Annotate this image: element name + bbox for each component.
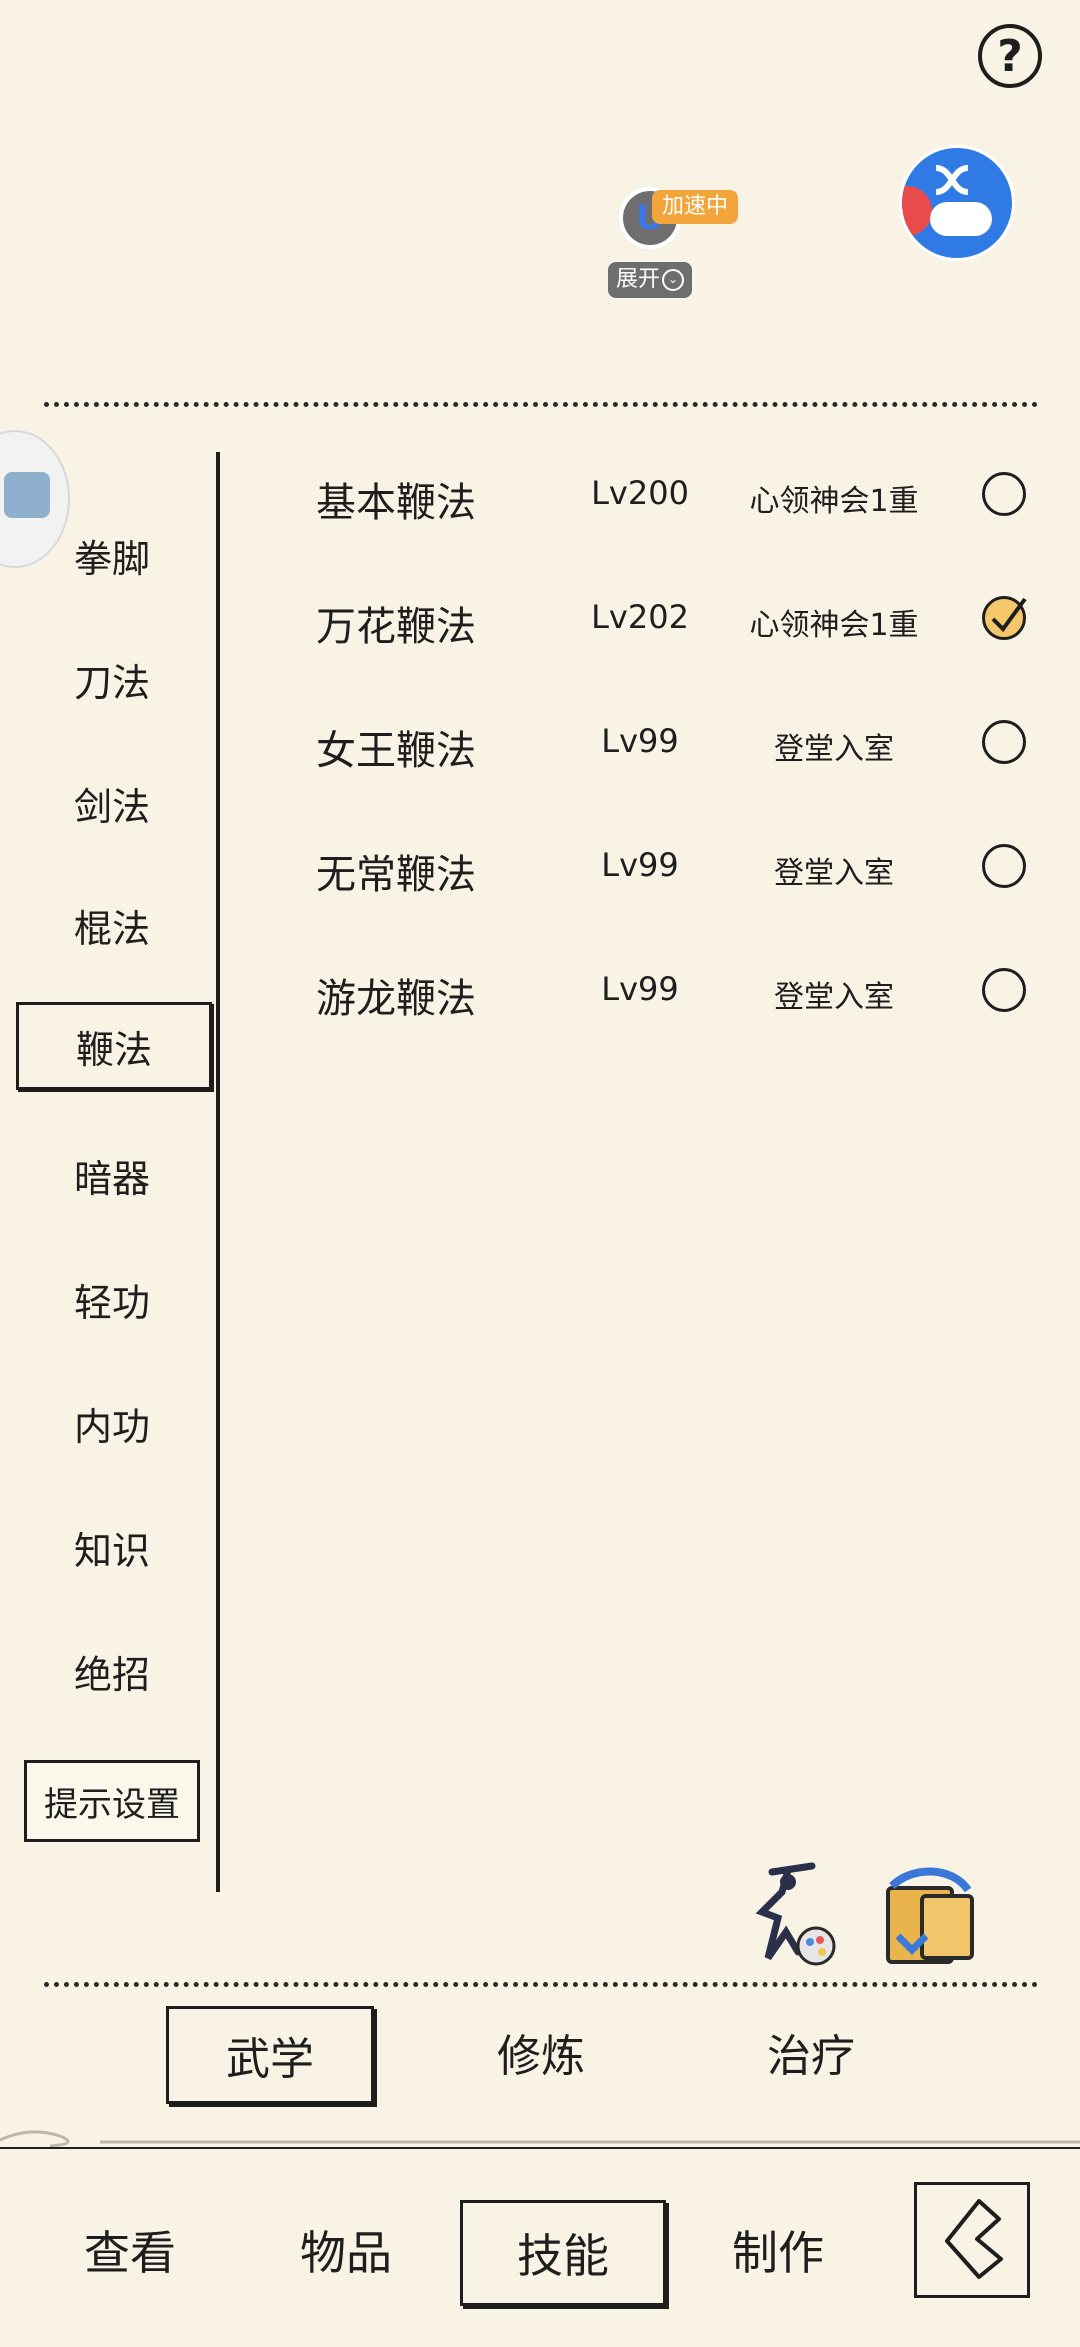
skill-rank: 登堂入室 xyxy=(774,732,894,767)
help-label: ? xyxy=(997,30,1023,82)
sidebar-item-label: 鞭法 xyxy=(75,1027,152,1072)
skill-rank: 心领神会1重 xyxy=(749,484,919,519)
gamepad-icon xyxy=(930,202,992,236)
accelerating-tag: 加速中 xyxy=(652,190,739,224)
nav-label: 查看 xyxy=(84,2226,176,2280)
skill-level: Lv200 xyxy=(591,474,689,512)
back-button[interactable] xyxy=(914,2182,1030,2298)
skill-level: Lv202 xyxy=(591,598,689,636)
sidebar-item-neigong[interactable]: 内功 xyxy=(22,1382,202,1464)
skill-level: Lv99 xyxy=(601,970,679,1008)
skill-row[interactable]: 游龙鞭法 Lv99 登堂入室 xyxy=(300,948,1040,1028)
sidebar-item-daofa[interactable]: 刀法 xyxy=(22,638,202,720)
sidebar-item-label: 轻功 xyxy=(73,1280,150,1325)
sidebar-item-jianfa[interactable]: 剑法 xyxy=(22,762,202,844)
game-controller-app-icon[interactable] xyxy=(902,148,1012,258)
skill-name: 游龙鞭法 xyxy=(316,976,476,1022)
chevron-down-icon: ⌄ xyxy=(662,269,685,291)
sidebar-item-label: 刀法 xyxy=(73,660,150,705)
nav-skills[interactable]: 技能 xyxy=(460,2200,666,2306)
skill-level: Lv99 xyxy=(601,846,679,884)
top-divider xyxy=(44,402,1038,407)
sidebar-item-label: 剑法 xyxy=(73,784,150,829)
sidebar-item-bianfa[interactable]: 鞭法 xyxy=(16,1002,212,1090)
nav-view[interactable]: 查看 xyxy=(40,2200,220,2300)
expand-button[interactable]: 展开 ⌄ xyxy=(608,262,693,298)
skill-name: 无常鞭法 xyxy=(316,852,476,898)
sidebar-item-anqi[interactable]: 暗器 xyxy=(22,1134,202,1216)
skill-select-radio[interactable] xyxy=(982,720,1026,764)
nav-label: 物品 xyxy=(300,2226,392,2280)
nav-label: 制作 xyxy=(732,2226,824,2280)
floating-widget-icon xyxy=(4,472,50,518)
tab-label: 治疗 xyxy=(767,2031,855,2082)
skill-row[interactable]: 基本鞭法 Lv200 心领神会1重 xyxy=(300,452,1040,532)
nav-label: 技能 xyxy=(517,2229,609,2283)
skill-level: Lv99 xyxy=(601,722,679,760)
scroll-book-icon[interactable] xyxy=(872,1866,982,1972)
skill-select-radio[interactable] xyxy=(982,472,1026,516)
skill-rank: 登堂入室 xyxy=(774,856,894,891)
sidebar-item-juezhao[interactable]: 绝招 xyxy=(22,1630,202,1712)
skill-select-radio[interactable] xyxy=(982,596,1027,640)
hint-settings-button[interactable]: 提示设置 xyxy=(24,1760,200,1842)
skill-name: 女王鞭法 xyxy=(316,728,476,774)
sidebar-item-label: 内功 xyxy=(73,1404,150,1449)
sidebar-item-label: 暗器 xyxy=(73,1156,150,1201)
sidebar-item-label: 棍法 xyxy=(73,906,150,951)
sidebar-item-label: 知识 xyxy=(73,1528,150,1573)
nav-craft[interactable]: 制作 xyxy=(688,2200,868,2300)
sidebar-divider xyxy=(216,452,220,1892)
skill-name: 基本鞭法 xyxy=(316,480,476,526)
back-arrow-icon xyxy=(945,2199,1003,2279)
sidebar-item-label: 拳脚 xyxy=(73,536,150,581)
skill-select-radio[interactable] xyxy=(982,844,1026,888)
sidebar-item-qinggong[interactable]: 轻功 xyxy=(22,1258,202,1340)
cloud-divider xyxy=(0,2130,1080,2149)
sidebar-item-quanjiao[interactable]: 拳脚 xyxy=(22,514,202,596)
skill-row[interactable]: 女王鞭法 Lv99 登堂入室 xyxy=(300,700,1040,780)
sidebar-item-zhishi[interactable]: 知识 xyxy=(22,1506,202,1588)
tab-wuxue[interactable]: 武学 xyxy=(166,2006,374,2104)
hint-settings-label: 提示设置 xyxy=(44,1784,180,1825)
tab-xiulian[interactable]: 修炼 xyxy=(440,2006,642,2098)
tab-label: 武学 xyxy=(226,2034,314,2085)
nav-items[interactable]: 物品 xyxy=(256,2200,436,2300)
app-icon-logo-mark xyxy=(935,165,969,195)
help-button[interactable]: ? xyxy=(978,24,1042,88)
skill-row[interactable]: 万花鞭法 Lv202 心领神会1重 xyxy=(300,576,1040,656)
sidebar-item-gunfa[interactable]: 棍法 xyxy=(22,884,202,966)
skill-rank: 心领神会1重 xyxy=(749,608,919,643)
skill-name: 万花鞭法 xyxy=(316,604,476,650)
bottom-divider xyxy=(44,1982,1038,1987)
tab-zhiliao[interactable]: 治疗 xyxy=(710,2006,912,2098)
tab-label: 修炼 xyxy=(497,2031,585,2082)
sidebar-item-label: 绝招 xyxy=(73,1652,150,1697)
martial-artist-icon[interactable] xyxy=(742,1862,842,1972)
skill-rank: 登堂入室 xyxy=(774,980,894,1015)
skill-select-radio[interactable] xyxy=(982,968,1026,1012)
app-icon-red-shape xyxy=(902,186,932,236)
expand-label: 展开 xyxy=(616,267,661,292)
checkmark-icon xyxy=(991,597,1027,633)
skill-row[interactable]: 无常鞭法 Lv99 登堂入室 xyxy=(300,824,1040,904)
